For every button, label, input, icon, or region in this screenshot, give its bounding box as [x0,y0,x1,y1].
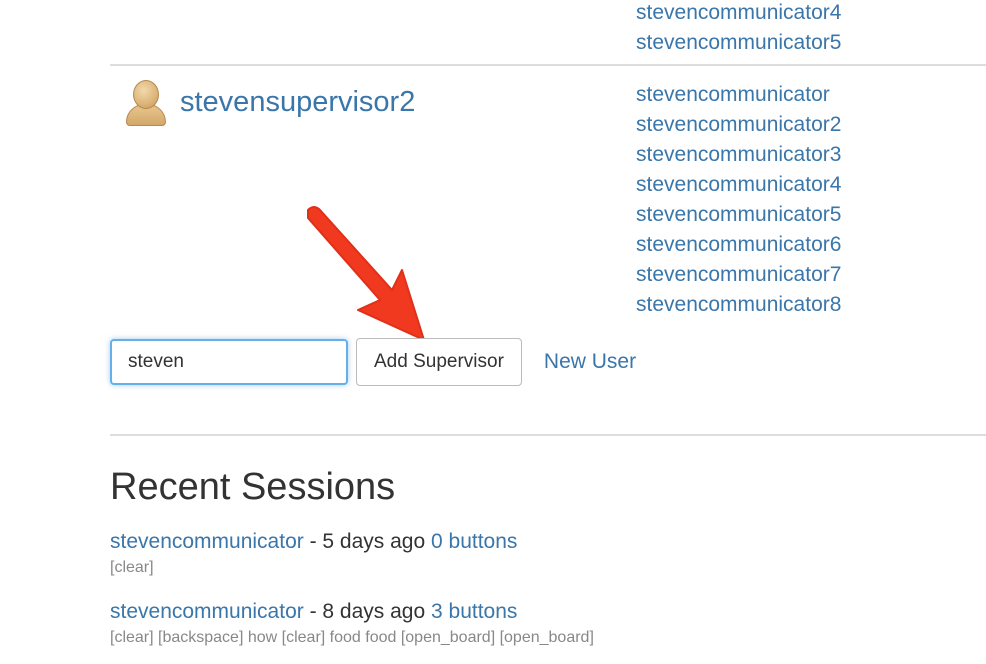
session-buttons-link[interactable]: 3 buttons [431,600,517,623]
session-separator: - [303,600,323,623]
supervisor-name-link[interactable]: stevensupervisor2 [180,86,415,119]
communicator-link[interactable]: stevencommunicator5 [636,203,841,226]
user-avatar-icon [124,78,168,126]
session-time: 8 days ago [322,600,426,623]
session-user-link[interactable]: stevencommunicator [110,530,304,553]
communicator-link[interactable]: stevencommunicator8 [636,293,841,316]
previous-communicator-list: stevencommunicator4 stevencommunicator5 [636,0,841,58]
session-separator: - [303,530,323,553]
communicator-link[interactable]: stevencommunicator3 [636,143,841,166]
divider [110,64,986,66]
new-user-link[interactable]: New User [544,350,636,374]
session-user-link[interactable]: stevencommunicator [110,600,304,623]
communicator-link[interactable]: stevencommunicator4 [636,1,841,24]
red-arrow-annotation [307,206,425,341]
supervisor-search-input[interactable] [110,339,348,385]
communicator-link[interactable]: stevencommunicator7 [636,263,841,286]
session-buttons-link[interactable]: 0 buttons [431,530,517,553]
supervisor-entry: stevensupervisor2 [124,78,415,126]
add-supervisor-form: Add Supervisor New User [110,338,636,386]
session-item: stevencommunicator - 5 days ago 0 button… [110,530,517,554]
communicator-link[interactable]: stevencommunicator2 [636,113,841,136]
session-item: stevencommunicator - 8 days ago 3 button… [110,600,517,624]
divider [110,434,986,436]
session-time: 5 days ago [322,530,426,553]
communicator-link[interactable]: stevencommunicator [636,83,830,106]
session-detail: [clear] [backspace] how [clear] food foo… [110,629,594,646]
communicator-link[interactable]: stevencommunicator6 [636,233,841,256]
add-supervisor-button[interactable]: Add Supervisor [356,338,522,386]
recent-sessions-title: Recent Sessions [110,466,396,508]
communicator-link[interactable]: stevencommunicator5 [636,31,841,54]
communicator-link[interactable]: stevencommunicator4 [636,173,841,196]
session-detail: [clear] [110,559,154,576]
supervisor-communicator-list: stevencommunicator stevencommunicator2 s… [636,80,841,320]
